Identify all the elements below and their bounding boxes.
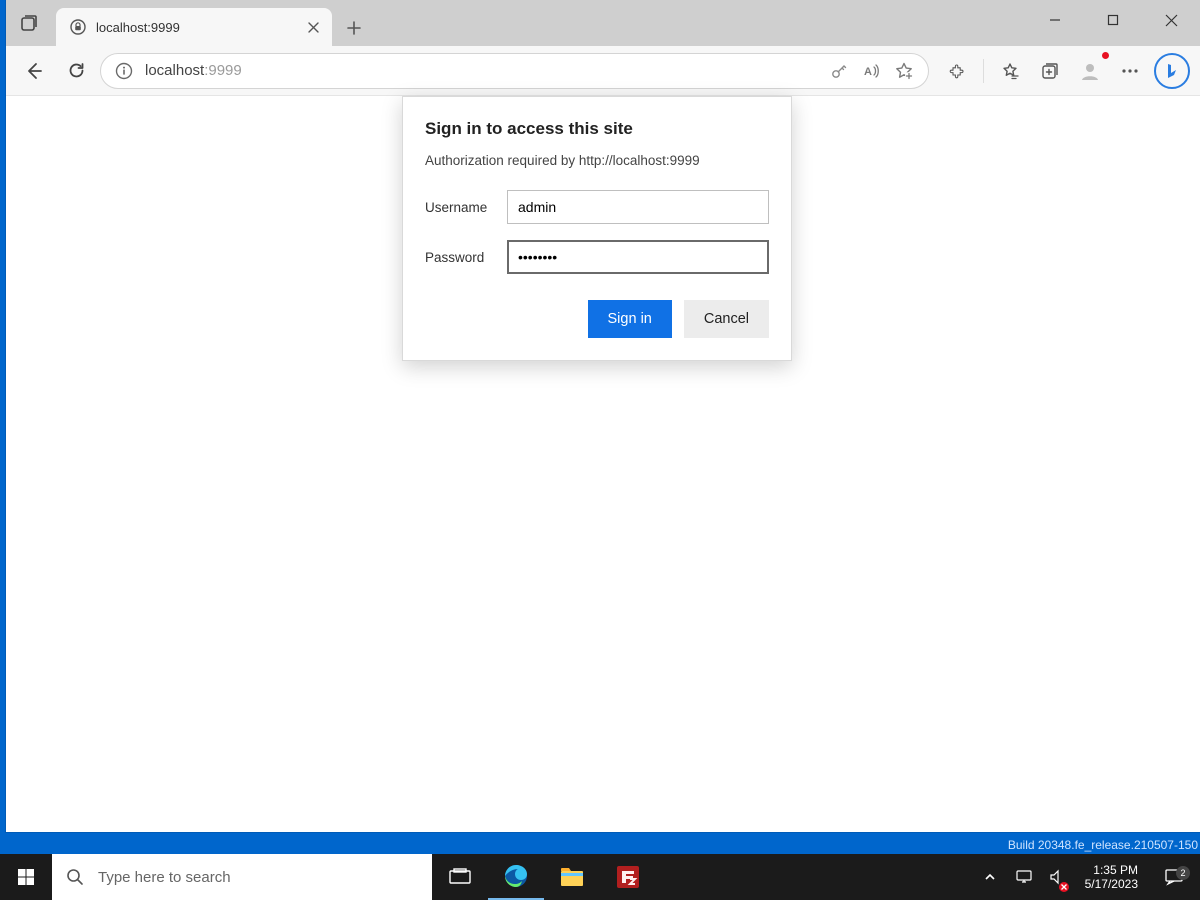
close-icon — [1165, 14, 1178, 27]
windows-icon — [17, 868, 35, 886]
bing-button[interactable] — [1154, 53, 1190, 89]
new-tab-button[interactable] — [336, 10, 372, 46]
tab-close-button[interactable] — [304, 18, 322, 36]
site-lock-icon — [70, 19, 86, 35]
separator — [983, 59, 984, 83]
clock-time: 1:35 PM — [1085, 863, 1138, 877]
star-add-icon — [894, 61, 914, 81]
taskbar-apps — [432, 854, 656, 900]
star-list-icon — [1000, 61, 1020, 81]
search-icon — [66, 868, 84, 886]
password-input[interactable] — [507, 240, 769, 274]
bing-icon — [1163, 62, 1181, 80]
taskbar-app-edge[interactable] — [488, 854, 544, 900]
tab-strip: localhost:9999 — [6, 0, 1200, 46]
system-tray: 1:35 PM 5/17/2023 2 — [977, 854, 1200, 900]
window-maximize-button[interactable] — [1084, 0, 1142, 40]
browser-tab[interactable]: localhost:9999 — [56, 8, 332, 46]
taskbar-app-filezilla[interactable] — [600, 854, 656, 900]
windows-build-label: Build 20348.fe_release.210507-150 — [1008, 838, 1198, 852]
error-badge-icon — [1059, 882, 1069, 892]
tray-network-button[interactable] — [1011, 854, 1037, 900]
address-url: localhost:9999 — [145, 62, 242, 79]
page-content: Sign in to access this site Authorizatio… — [6, 96, 1200, 832]
key-icon — [830, 62, 848, 80]
dialog-subtitle: Authorization required by http://localho… — [425, 153, 769, 168]
collections-button[interactable] — [1032, 53, 1068, 89]
edge-icon — [503, 863, 529, 889]
browser-toolbar: localhost:9999 A — [6, 46, 1200, 96]
settings-menu-button[interactable] — [1112, 53, 1148, 89]
arrow-left-icon — [24, 61, 44, 81]
clock-date: 5/17/2023 — [1085, 877, 1138, 891]
network-icon — [1015, 869, 1033, 885]
profile-icon — [1079, 60, 1101, 82]
svg-text:A: A — [864, 66, 872, 78]
site-info-button[interactable] — [115, 62, 133, 80]
tab-title: localhost:9999 — [96, 20, 294, 35]
add-favorite-button[interactable] — [894, 61, 914, 81]
extensions-icon — [947, 61, 967, 81]
window-controls — [1026, 0, 1200, 46]
read-aloud-button[interactable]: A — [862, 62, 880, 80]
read-aloud-icon: A — [862, 62, 880, 80]
refresh-icon — [67, 61, 86, 80]
extensions-button[interactable] — [939, 53, 975, 89]
password-label: Password — [425, 250, 507, 265]
taskbar-app-explorer[interactable] — [544, 854, 600, 900]
window-close-button[interactable] — [1142, 0, 1200, 40]
profile-button[interactable] — [1072, 53, 1108, 89]
address-bar-actions: A — [830, 61, 914, 81]
action-center-button[interactable]: 2 — [1152, 868, 1196, 886]
taskbar: Type here to search 1:35 PM 5/17/2023 — [0, 854, 1200, 900]
task-view-icon — [449, 868, 471, 886]
favorites-button[interactable] — [992, 53, 1028, 89]
maximize-icon — [1107, 14, 1119, 26]
dialog-title: Sign in to access this site — [425, 119, 769, 139]
info-icon — [115, 62, 133, 80]
tab-actions-button[interactable] — [6, 0, 52, 46]
tabs-icon — [20, 14, 38, 32]
auth-dialog: Sign in to access this site Authorizatio… — [402, 96, 792, 361]
window-minimize-button[interactable] — [1026, 0, 1084, 40]
taskbar-search-placeholder: Type here to search — [98, 869, 231, 886]
collections-icon — [1040, 61, 1060, 81]
taskbar-clock[interactable]: 1:35 PM 5/17/2023 — [1079, 863, 1144, 891]
username-input[interactable] — [507, 190, 769, 224]
signin-button[interactable]: Sign in — [588, 300, 672, 338]
nav-back-button[interactable] — [16, 53, 52, 89]
cancel-button[interactable]: Cancel — [684, 300, 769, 338]
toolbar-actions — [935, 53, 1190, 89]
username-label: Username — [425, 200, 507, 215]
password-manager-button[interactable] — [830, 62, 848, 80]
start-button[interactable] — [0, 854, 52, 900]
browser-window: localhost:9999 — [6, 0, 1200, 832]
tray-volume-button[interactable] — [1045, 854, 1071, 900]
file-explorer-icon — [560, 867, 584, 887]
minimize-icon — [1049, 14, 1061, 26]
filezilla-icon — [616, 865, 640, 889]
plus-icon — [347, 21, 361, 35]
taskbar-search[interactable]: Type here to search — [52, 854, 432, 900]
address-bar[interactable]: localhost:9999 A — [100, 53, 929, 89]
nav-refresh-button[interactable] — [58, 53, 94, 89]
task-view-button[interactable] — [432, 854, 488, 900]
chevron-up-icon — [984, 871, 996, 883]
more-icon — [1120, 61, 1140, 81]
notification-count: 2 — [1176, 866, 1190, 880]
tray-overflow-button[interactable] — [977, 854, 1003, 900]
close-icon — [308, 22, 319, 33]
